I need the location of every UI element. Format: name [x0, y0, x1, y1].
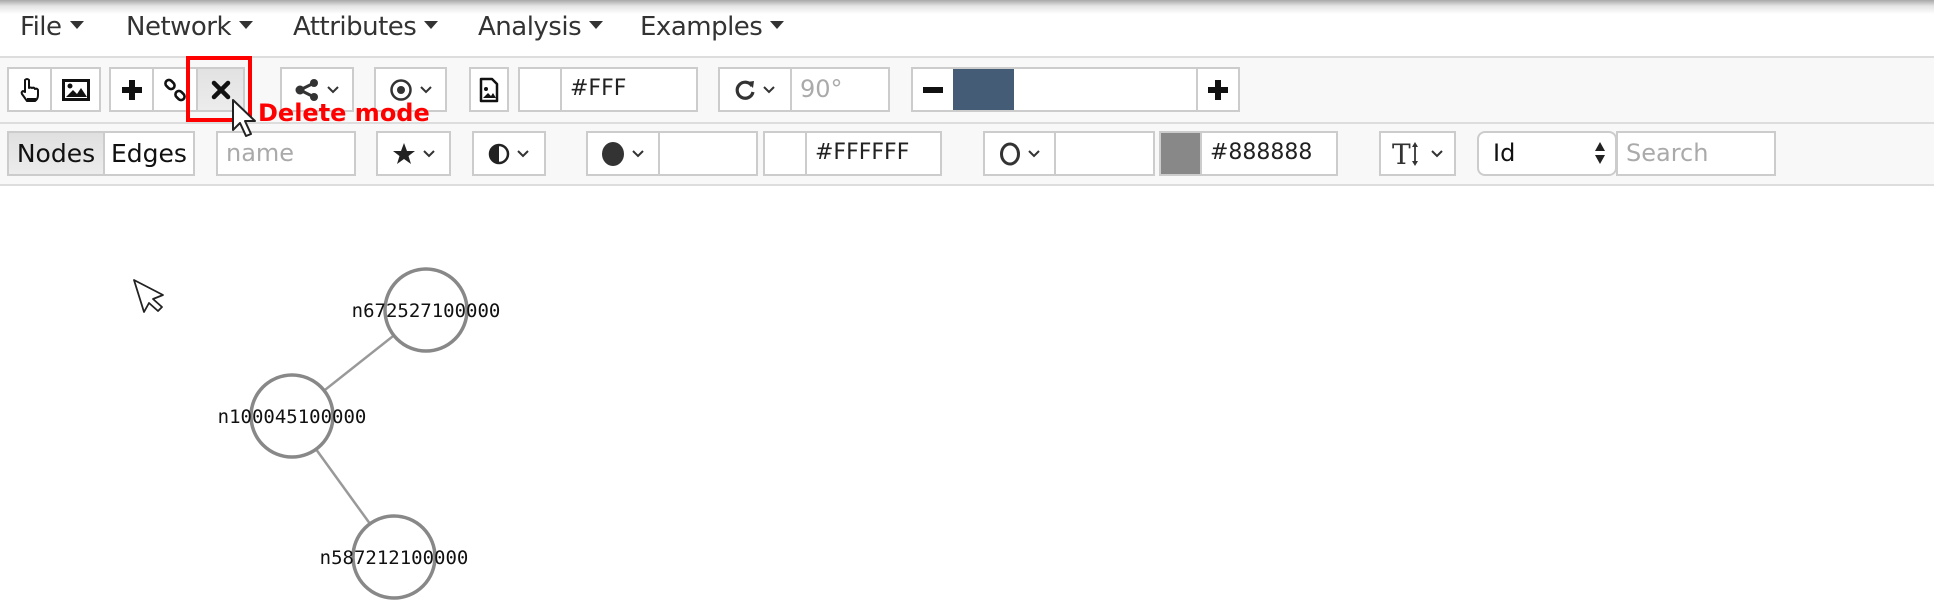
graph-node-label: n587212100000: [320, 547, 469, 569]
zoom-in-button[interactable]: [1196, 67, 1240, 112]
empty-circle-icon: [999, 142, 1020, 165]
filled-circle-icon: [602, 141, 624, 166]
chevron-down-icon: [763, 85, 775, 93]
nodes-layer: n672527100000 n100045100000 n587212100000: [218, 267, 501, 600]
caret-down-icon: [770, 20, 785, 29]
zoom-out-button[interactable]: [911, 67, 955, 112]
caret-down-icon: [239, 20, 254, 29]
background-color-input[interactable]: #FFF: [560, 67, 698, 112]
opacity-dropdown[interactable]: [472, 131, 546, 176]
label-attribute-select[interactable]: Id: [1477, 131, 1617, 176]
graph-edge[interactable]: [315, 448, 371, 525]
rotate-dropdown[interactable]: [718, 67, 792, 112]
graph-node-label: n672527100000: [352, 300, 501, 322]
chevron-down-icon: [517, 149, 529, 157]
caret-down-icon: [424, 20, 439, 29]
file-image-icon: [479, 77, 499, 102]
menu-network-label: Network: [126, 12, 232, 42]
nodes-tab[interactable]: Nodes: [9, 133, 105, 174]
graph-node[interactable]: n672527100000: [352, 267, 501, 353]
hand-pointer-icon: [20, 77, 39, 102]
menu-analysis-label: Analysis: [478, 12, 582, 42]
chevron-down-icon: [632, 149, 644, 157]
menu-attributes-label: Attributes: [293, 12, 417, 42]
fill-color-input[interactable]: #FFFFFF: [805, 131, 942, 176]
menu-file-label: File: [20, 12, 62, 42]
graph-svg[interactable]: n672527100000 n100045100000 n587212100000: [0, 186, 1934, 610]
graph-canvas[interactable]: n672527100000 n100045100000 n587212100000: [0, 186, 1934, 610]
background-color-swatch[interactable]: [518, 67, 562, 112]
chevron-down-icon: [1027, 149, 1040, 157]
menu-file[interactable]: File: [20, 10, 84, 44]
image-mode-button[interactable]: [50, 67, 101, 112]
menu-examples[interactable]: Examples: [640, 10, 785, 44]
menu-network[interactable]: Network: [126, 10, 254, 44]
label-attribute-selected: Id: [1493, 139, 1516, 167]
fill-shape-dropdown[interactable]: [586, 131, 660, 176]
menu-attributes[interactable]: Attributes: [293, 10, 439, 44]
pointer-mode-button[interactable]: [7, 67, 52, 112]
svg-text:T: T: [1392, 140, 1411, 168]
menu-analysis[interactable]: Analysis: [478, 10, 604, 44]
border-color-swatch[interactable]: [1159, 131, 1202, 176]
caret-down-icon: [589, 20, 604, 29]
edges-layer: [315, 334, 395, 525]
border-color-input[interactable]: #888888: [1200, 131, 1338, 176]
menu-examples-label: Examples: [640, 12, 763, 42]
fill-size-input[interactable]: [658, 131, 758, 176]
rotation-input[interactable]: 90°: [790, 67, 890, 112]
select-arrows-icon: [1595, 142, 1605, 164]
close-x-icon: [211, 80, 230, 99]
zoom-slider-fill: [953, 69, 1015, 110]
graph-node[interactable]: n587212100000: [320, 514, 469, 600]
graph-edge[interactable]: [323, 334, 395, 392]
search-input[interactable]: Search: [1616, 131, 1776, 176]
graph-node[interactable]: n100045100000: [218, 373, 367, 459]
zoom-slider[interactable]: [953, 67, 1198, 112]
chevron-down-icon: [419, 85, 432, 93]
share-nodes-icon: [295, 78, 318, 101]
graph-node-label: n100045100000: [218, 406, 367, 428]
text-height-icon: T: [1392, 140, 1418, 168]
nodes-edges-toggle: Nodes Edges: [7, 131, 195, 176]
plus-icon: [1208, 79, 1228, 100]
text-size-dropdown[interactable]: T: [1379, 131, 1456, 176]
chevron-down-icon: [422, 149, 435, 157]
rotate-cw-icon: [735, 80, 755, 100]
delete-mode-button[interactable]: [196, 67, 245, 112]
plus-icon: [121, 79, 142, 100]
add-node-mode-button[interactable]: [109, 67, 154, 112]
target-icon: [389, 78, 412, 101]
star-icon: [392, 142, 415, 164]
edges-tab[interactable]: Edges: [105, 133, 193, 174]
shape-dropdown[interactable]: [376, 131, 451, 176]
chevron-down-icon: [1430, 149, 1443, 157]
link-icon: [164, 78, 186, 101]
minus-icon: [923, 86, 943, 93]
border-size-input[interactable]: [1054, 131, 1155, 176]
name-input[interactable]: name: [216, 131, 356, 176]
menu-bar: File Network Attributes Analysis Example…: [0, 0, 1934, 56]
half-circle-icon: [488, 143, 510, 164]
add-edge-mode-button[interactable]: [152, 67, 198, 112]
caret-down-icon: [69, 20, 84, 29]
chevron-down-icon: [327, 85, 339, 93]
fill-color-swatch[interactable]: [763, 131, 807, 176]
image-icon: [61, 78, 90, 101]
background-image-button[interactable]: [469, 67, 509, 112]
border-shape-dropdown[interactable]: [983, 131, 1056, 176]
